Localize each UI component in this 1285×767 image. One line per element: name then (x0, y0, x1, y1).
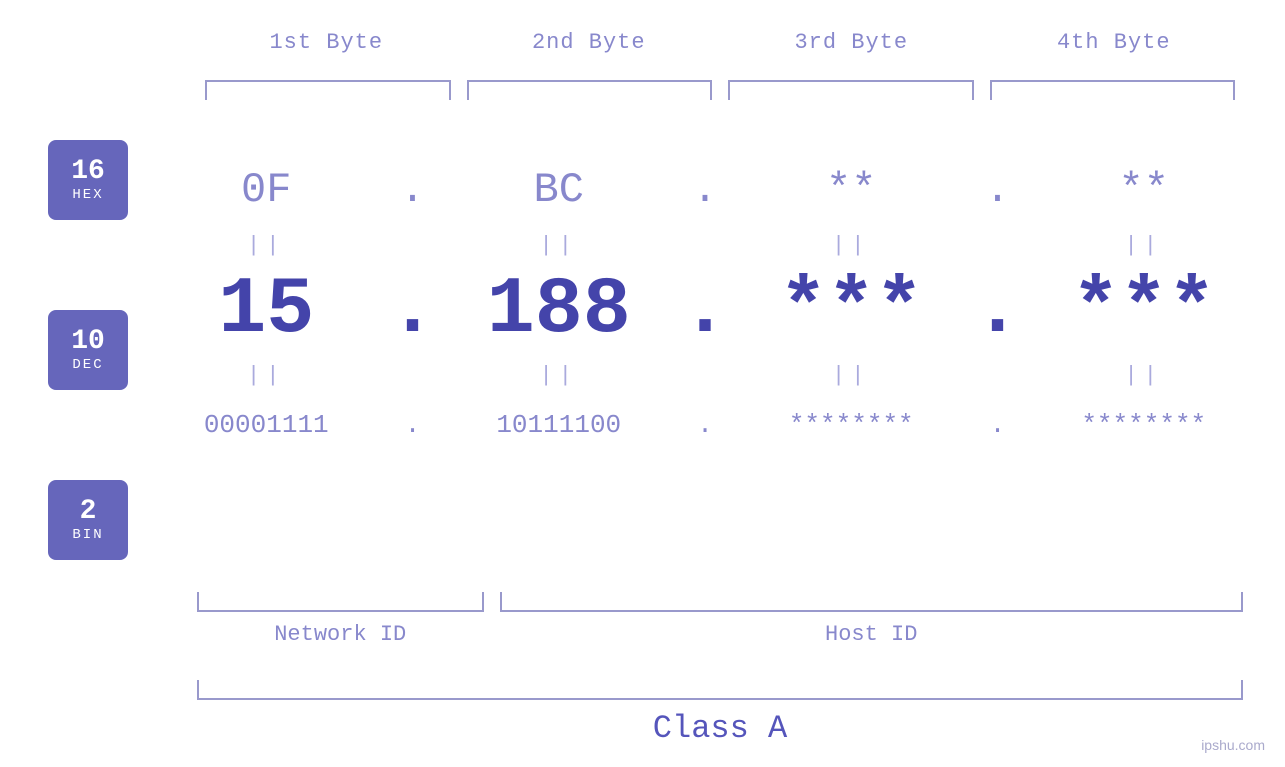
base-dec-name: DEC (72, 357, 103, 373)
hex-row: 0F . BC . ** . ** (145, 150, 1265, 230)
bracket-host (500, 592, 1244, 612)
bin-dot3: . (973, 410, 1023, 440)
bin-dot1: . (388, 410, 438, 440)
class-bracket (197, 680, 1243, 700)
rows-area: 0F . BC . ** . ** || || || || (145, 110, 1265, 460)
eq2-b1: || (145, 363, 388, 388)
bracket-gap (484, 592, 500, 612)
base-labels: 16 HEX 10 DEC 2 BIN (48, 140, 128, 560)
eq-row-1: || || || || (145, 230, 1265, 260)
byte2-header: 2nd Byte (458, 30, 721, 55)
dec-dot3: . (973, 265, 1023, 356)
byte1-header: 1st Byte (195, 30, 458, 55)
base-hex-num: 16 (71, 157, 105, 188)
bin-byte3: ******** (730, 410, 973, 440)
base-hex-label: 16 HEX (48, 140, 128, 220)
dec-row: 15 . 188 . *** . *** (145, 260, 1265, 360)
dec-dot1: . (388, 265, 438, 356)
base-dec-label: 10 DEC (48, 310, 128, 390)
hex-byte1: 0F (145, 166, 388, 214)
dec-byte3: *** (730, 265, 973, 356)
bin-row: 00001111 . 10111100 . ******** . *******… (145, 390, 1265, 460)
hex-dot3: . (973, 166, 1023, 214)
class-label: Class A (197, 710, 1243, 747)
hex-dot1: . (388, 166, 438, 214)
bracket-byte1 (205, 80, 451, 100)
eq1-b1: || (145, 233, 388, 258)
base-bin-num: 2 (80, 497, 97, 528)
byte4-header: 4th Byte (983, 30, 1246, 55)
eq1-b4: || (1023, 233, 1266, 258)
hex-byte4: ** (1023, 166, 1266, 214)
base-bin-label: 2 BIN (48, 480, 128, 560)
bottom-brackets (197, 592, 1243, 612)
bottom-labels: Network ID Host ID (197, 622, 1243, 647)
eq1-b2: || (438, 233, 681, 258)
base-dec-num: 10 (71, 327, 105, 358)
bracket-byte3 (728, 80, 974, 100)
class-area: Class A (197, 680, 1243, 747)
bottom-bracket-area: Network ID Host ID (197, 592, 1243, 647)
top-brackets (197, 80, 1243, 100)
bin-dot2: . (680, 410, 730, 440)
eq-row-2: || || || || (145, 360, 1265, 390)
eq1-b3: || (730, 233, 973, 258)
watermark: ipshu.com (1201, 737, 1265, 753)
hex-dot2: . (680, 166, 730, 214)
dec-dot2: . (680, 265, 730, 356)
dec-byte2: 188 (438, 265, 681, 356)
base-hex-name: HEX (72, 187, 103, 203)
bin-byte4: ******** (1023, 410, 1266, 440)
bracket-byte2 (467, 80, 713, 100)
hex-byte3: ** (730, 166, 973, 214)
eq2-b2: || (438, 363, 681, 388)
dec-byte4: *** (1023, 265, 1266, 356)
hex-byte2: BC (438, 166, 681, 214)
bin-byte2: 10111100 (438, 410, 681, 440)
eq2-b3: || (730, 363, 973, 388)
dec-byte1: 15 (145, 265, 388, 356)
byte-headers: 1st Byte 2nd Byte 3rd Byte 4th Byte (195, 30, 1245, 55)
host-id-label: Host ID (500, 622, 1244, 647)
byte3-header: 3rd Byte (720, 30, 983, 55)
bin-byte1: 00001111 (145, 410, 388, 440)
network-id-label: Network ID (197, 622, 484, 647)
base-bin-name: BIN (72, 527, 103, 543)
main-container: 1st Byte 2nd Byte 3rd Byte 4th Byte 16 H… (0, 0, 1285, 767)
eq2-b4: || (1023, 363, 1266, 388)
bracket-network (197, 592, 484, 612)
bracket-byte4 (990, 80, 1236, 100)
